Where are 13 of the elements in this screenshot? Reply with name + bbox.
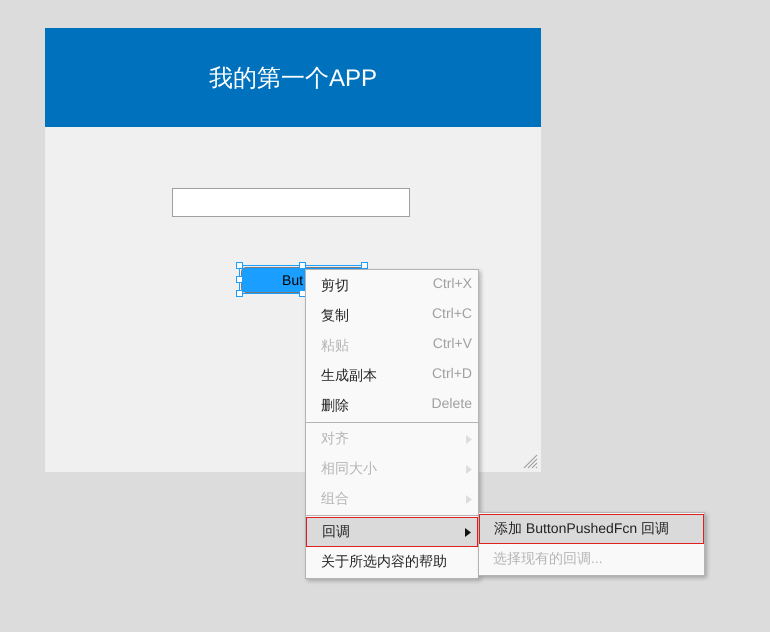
shortcut-label: Ctrl+D (432, 365, 472, 381)
menu-item[interactable]: 删除 Delete (306, 391, 478, 421)
shortcut-label: Ctrl+C (432, 305, 472, 321)
menu-item[interactable]: 复制 Ctrl+C (306, 301, 478, 331)
shortcut-label: Ctrl+X (432, 275, 472, 291)
menu-item[interactable]: 添加 ButtonPushedFcn 回调 (479, 514, 704, 544)
shortcut-label: Ctrl+V (432, 335, 472, 351)
shortcut-label: Delete (432, 395, 472, 411)
app-title: 我的第一个APP (208, 64, 378, 94)
menu-item[interactable]: 关于所选内容的帮助 (306, 547, 478, 577)
menu-item[interactable]: 回调 (306, 517, 478, 547)
text-field[interactable] (172, 188, 410, 217)
menu-item[interactable]: 生成副本 Ctrl+D (306, 361, 478, 391)
